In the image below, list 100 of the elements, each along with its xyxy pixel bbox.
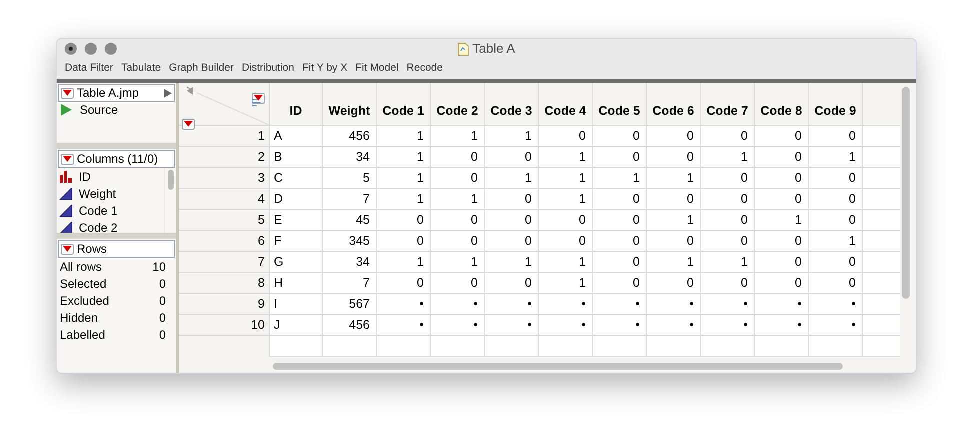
panel-header[interactable]: Table A.jmp [58,84,175,102]
table-cell: 45 [323,210,377,231]
table-cell: 0 [539,126,593,147]
row-state-count: 10 [152,258,166,276]
toolbar-button[interactable]: Recode [406,61,443,77]
table-cell: 0 [809,168,863,189]
table-cell: 456 [323,126,377,147]
table-cell: 1 [431,126,485,147]
horizontal-scrollbar-thumb[interactable] [273,362,843,370]
table-cell: 0 [701,189,755,210]
table-cell: A [270,126,323,147]
table-cell: 1 [809,147,863,168]
table-cell: • [431,315,485,336]
dropdown-icon[interactable] [61,244,74,254]
row-state-label: Excluded [60,292,110,310]
table-cell: 0 [647,231,701,252]
table-cell: 0 [647,189,701,210]
toolbar-button[interactable]: Fit Model [356,61,399,77]
table-cell: 0 [647,147,701,168]
toolbar-button[interactable]: Fit Y by X [302,61,348,77]
close-button[interactable] [65,43,77,55]
table-cell: 7 [323,189,377,210]
table-cell: • [593,315,647,336]
column-name[interactable]: Code 2 [79,218,118,236]
table-cell: 1 [755,210,809,231]
triangle-icon [59,222,73,234]
table-cell: 0 [701,126,755,147]
triangle-icon [59,188,73,200]
table-cell: 0 [485,147,539,168]
window-title: Table A [472,40,516,58]
table-cell: 1 [485,126,539,147]
table-cell: 0 [485,189,539,210]
table-cell: 5 [323,168,377,189]
table-cell: 1 [701,147,755,168]
play-icon[interactable] [61,104,72,116]
table-cell: 0 [485,210,539,231]
panel-header[interactable]: Rows [58,240,175,258]
minimize-button[interactable] [85,43,97,55]
table-cell: 1 [377,147,431,168]
scrollbar-thumb[interactable] [168,170,174,190]
table-cell: 0 [593,252,647,273]
script-name[interactable]: Source [80,101,118,119]
dropdown-icon[interactable] [61,154,74,164]
table-cell: 0 [755,231,809,252]
rows-title: Rows [77,241,108,258]
table-cell: 0 [485,273,539,294]
column-name[interactable]: Code 1 [79,202,118,220]
table-cell: D [270,189,323,210]
table-cell: 1 [647,210,701,231]
table-cell: 0 [431,231,485,252]
row-state-count: 0 [159,276,166,292]
table-cell: 0 [593,231,647,252]
vertical-scrollbar-thumb[interactable] [902,87,910,299]
table-cell: G [270,252,323,273]
row-state-count: 0 [159,326,166,344]
table-cell: 0 [809,273,863,294]
table-cell: • [539,315,593,336]
table-cell: 1 [593,168,647,189]
table-cell: 0 [809,189,863,210]
table-cell: • [431,294,485,315]
table-cell: • [377,315,431,336]
toolbar-button[interactable]: Data Filter [65,61,114,77]
table-cell: • [755,294,809,315]
table-cell: 0 [755,273,809,294]
toolbar-button[interactable]: Graph Builder [169,61,234,77]
expand-icon[interactable] [164,88,172,98]
dropdown-icon[interactable] [61,88,74,98]
column-name[interactable]: ID [79,168,91,186]
table-cell: • [485,315,539,336]
table-cell: 0 [809,210,863,231]
table-cell: 0 [431,147,485,168]
table-cell: 0 [377,231,431,252]
table-cell: 0 [755,147,809,168]
table-cell: 1 [539,252,593,273]
table-cell: C [270,168,323,189]
table-cell: 456 [323,315,377,336]
panel-header[interactable]: Columns (11/0) [58,150,175,168]
table-cell: • [593,294,647,315]
table-cell: 34 [323,252,377,273]
table-cell: • [809,294,863,315]
table-cell: 0 [593,126,647,147]
toolbar-button[interactable]: Distribution [242,61,294,77]
toolbar-button[interactable]: Tabulate [121,61,162,77]
table-cell: 0 [701,168,755,189]
table-cell: 0 [701,210,755,231]
table-cell: 0 [647,273,701,294]
row-state-label: All rows [60,258,102,276]
sort-icon[interactable] [252,99,261,107]
table-cell: 0 [485,231,539,252]
zoom-button[interactable] [105,43,117,55]
table-cell: 1 [539,189,593,210]
table-cell: • [701,294,755,315]
triangle-icon [59,204,73,216]
column-name[interactable]: Weight [79,184,116,202]
table-cell: 1 [377,168,431,189]
dropdown-icon[interactable] [182,118,195,130]
row-state-label: Hidden [60,310,98,326]
table-cell: • [647,294,701,315]
table-cell: 0 [377,273,431,294]
table-cell: 0 [809,126,863,147]
